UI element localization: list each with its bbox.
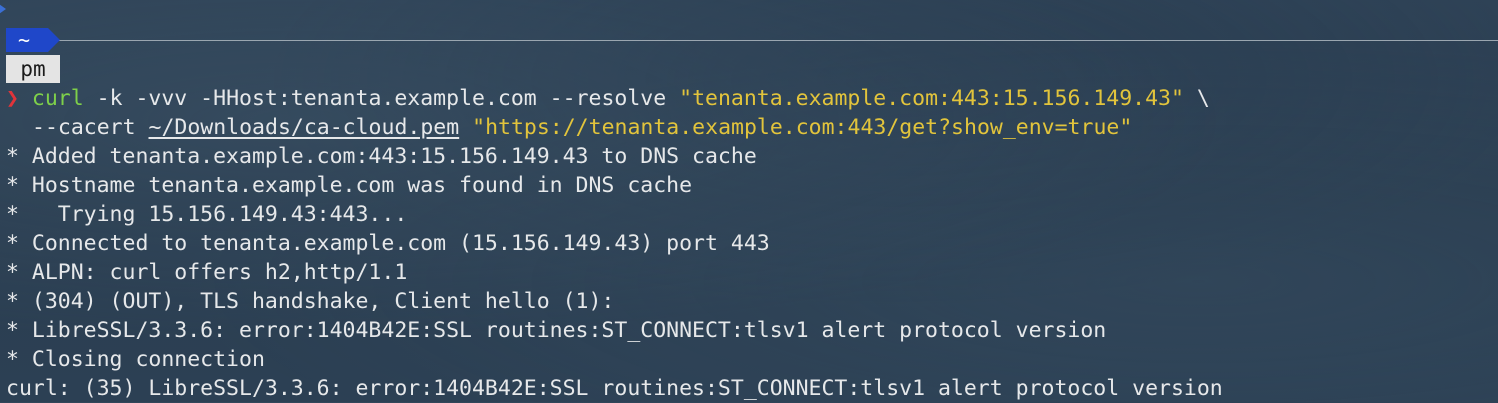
terminal-output[interactable]: ❯ curl -k -vvv -HHost:tenanta.example.co… bbox=[6, 84, 1498, 403]
output-line: * ALPN: curl offers h2,http/1.1 bbox=[6, 260, 408, 285]
cacert-path[interactable]: ~/Downloads/ca-cloud.pem bbox=[149, 115, 460, 140]
output-line: * Trying 15.156.149.43:443... bbox=[6, 202, 408, 227]
output-line: * Added tenanta.example.com:443:15.156.1… bbox=[6, 144, 757, 169]
output-line: * Hostname tenanta.example.com was found… bbox=[6, 173, 693, 198]
command-program: curl bbox=[31, 86, 84, 111]
request-url: "https://tenanta.example.com:443/get?sho… bbox=[472, 115, 1133, 140]
command-line: ❯ curl -k -vvv -HHost:tenanta.example.co… bbox=[6, 84, 1498, 113]
command-args: -k -vvv -HHost:tenanta.example.com --res… bbox=[83, 86, 680, 111]
directory-label: pm bbox=[6, 55, 60, 83]
line-continuation: \ bbox=[1183, 86, 1210, 111]
home-symbol: ~ bbox=[18, 28, 31, 52]
output-line: * (304) (OUT), TLS handshake, Client hel… bbox=[6, 289, 615, 314]
prompt-bar: ~ bbox=[6, 28, 1498, 52]
output-line: * Connected to tenanta.example.com (15.1… bbox=[6, 231, 770, 256]
prompt-divider bbox=[56, 40, 1498, 41]
resolve-string: "tenanta.example.com:443:15.156.149.43" bbox=[679, 86, 1184, 111]
prompt-caret-icon: ❯ bbox=[6, 86, 19, 111]
command-continuation-line: --cacert ~/Downloads/ca-cloud.pem "https… bbox=[6, 113, 1498, 142]
cacert-flag: --cacert bbox=[32, 115, 149, 140]
error-line: curl: (35) LibreSSL/3.3.6: error:1404B42… bbox=[6, 376, 1223, 401]
output-line: * LibreSSL/3.3.6: error:1404B42E:SSL rou… bbox=[6, 318, 1107, 343]
prompt-edge-arrow-icon bbox=[0, 2, 6, 16]
home-directory-segment: ~ bbox=[6, 28, 60, 52]
output-line: * Closing connection bbox=[6, 347, 265, 372]
